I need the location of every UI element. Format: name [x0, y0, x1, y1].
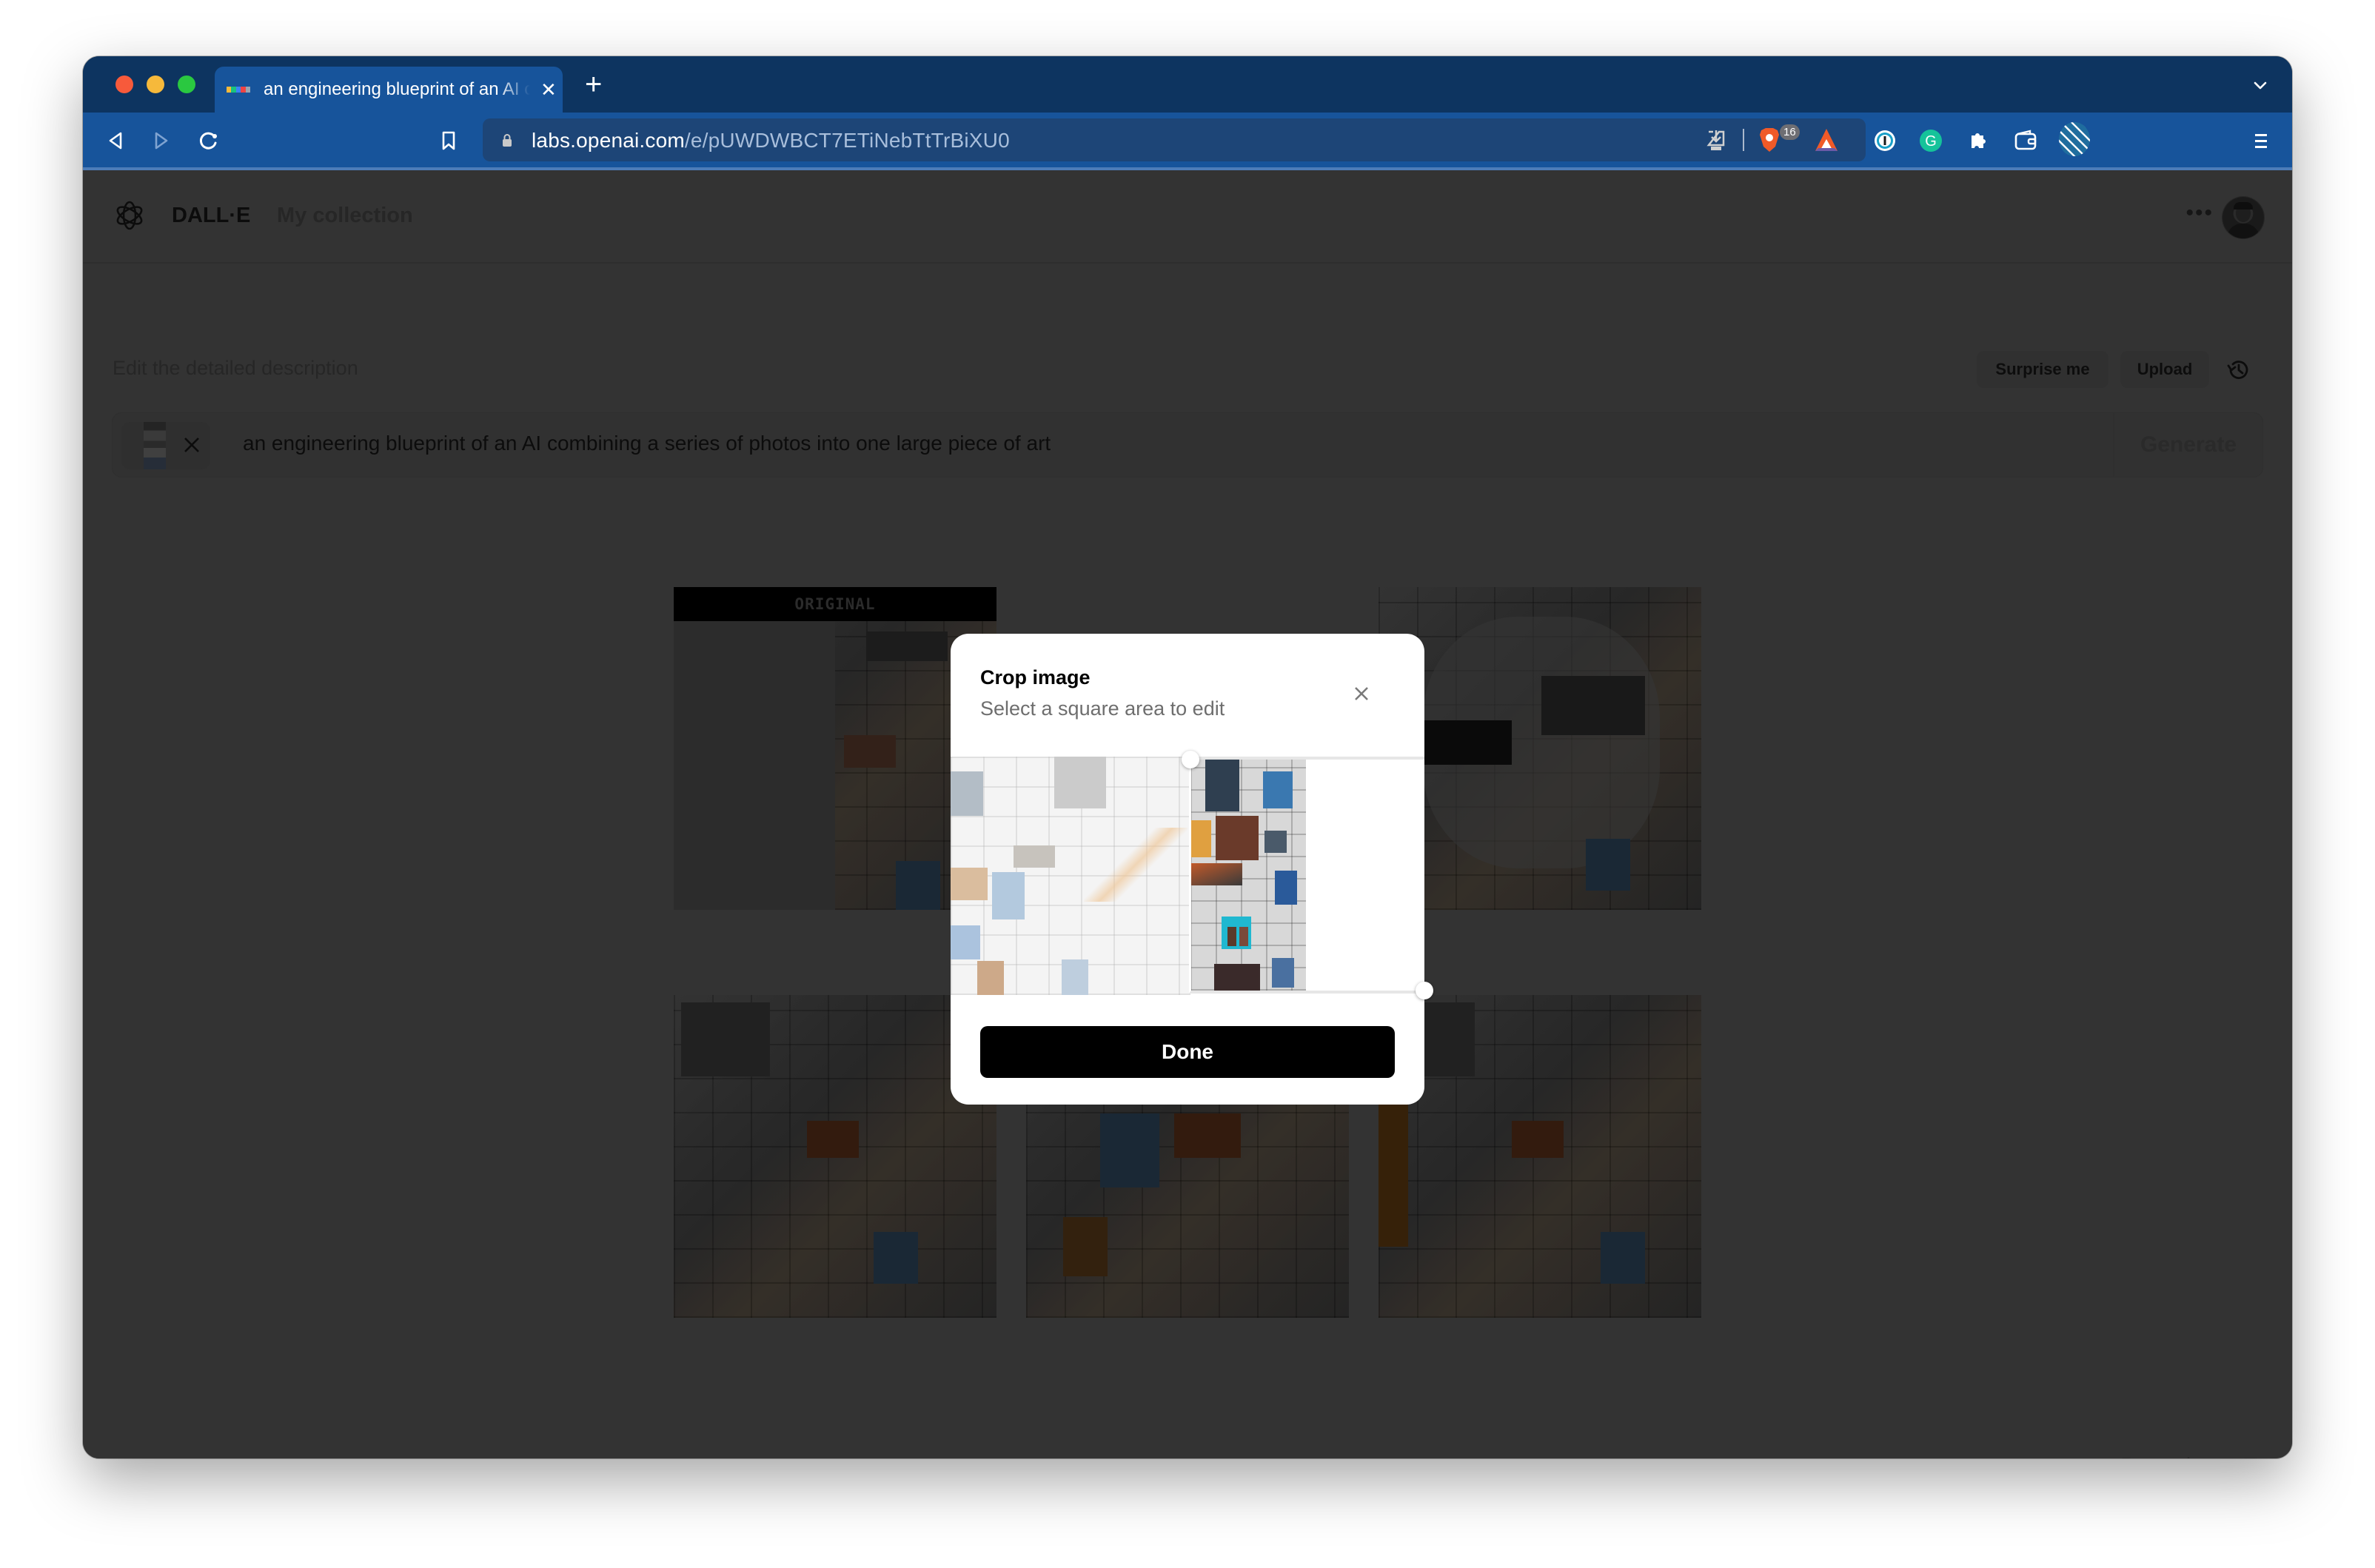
onepassword-icon[interactable]	[1870, 126, 1900, 155]
maximize-window-button[interactable]	[178, 76, 195, 93]
close-icon[interactable]	[1350, 683, 1373, 705]
transparent-area	[674, 621, 835, 910]
address-bar[interactable]: labs.openai.com/e/pUWDWBCT7ETiNebTtTrBiX…	[483, 118, 1866, 161]
tab-list-icon[interactable]	[2252, 77, 2268, 93]
image-art	[1379, 587, 1701, 910]
original-label-bar: ORIGINAL	[674, 587, 996, 621]
bookmark-icon[interactable]	[434, 126, 463, 155]
surprise-me-button[interactable]: Surprise me	[1977, 351, 2108, 388]
avatar[interactable]	[2222, 197, 2264, 238]
browser-window: an engineering blueprint of an AI combin…	[83, 56, 2292, 1458]
minimize-window-button[interactable]	[147, 76, 164, 93]
address-bar-actions: 16	[1704, 118, 1866, 161]
variation-tile[interactable]	[1379, 995, 1701, 1318]
remove-image-icon[interactable]	[179, 432, 204, 458]
favicon-icon	[227, 87, 251, 93]
browser-toolbar: labs.openai.com/e/pUWDWBCT7ETiNebTtTrBiX…	[83, 113, 2292, 170]
url-path: /e/pUWDWBCT7ETiNebTtTrBiXU0	[684, 129, 1010, 152]
back-icon[interactable]	[101, 126, 130, 155]
nav-my-collection[interactable]: My collection	[277, 204, 413, 228]
crop-handle-top-left[interactable]	[1182, 751, 1199, 768]
crop-image-dialog: Crop image Select a square area to edit	[951, 634, 1433, 1105]
profile-icon[interactable]	[2057, 121, 2092, 157]
lock-icon	[503, 134, 512, 147]
dialog-subtitle: Select a square area to edit	[980, 697, 1225, 720]
forward-icon[interactable]	[147, 126, 176, 155]
download-icon[interactable]	[1704, 127, 1728, 153]
brave-rewards-icon[interactable]	[1814, 127, 1839, 153]
menu-icon[interactable]	[2246, 126, 2276, 155]
flag-icon	[2242, 1457, 2260, 1459]
wallet-icon[interactable]	[2011, 126, 2040, 155]
grammarly-icon[interactable]: G	[1916, 126, 1946, 155]
done-button[interactable]: Done	[980, 1026, 1395, 1078]
dialog-title: Crop image	[980, 666, 1091, 688]
prompt-bar: an engineering blueprint of an AI combin…	[113, 413, 2262, 477]
shields-count-badge: 16	[1780, 124, 1800, 140]
brave-shields-icon[interactable]: 16	[1759, 124, 1800, 153]
dalle-app: DALL·E My collection ••• Edit the detail…	[83, 170, 2292, 1458]
history-icon[interactable]	[2225, 357, 2252, 383]
more-options-icon[interactable]: •••	[2185, 202, 2214, 224]
image-thumbnail	[144, 422, 166, 469]
crop-dim-overlay	[951, 757, 1190, 995]
openai-logo-icon[interactable]	[113, 198, 147, 232]
browser-tab-active[interactable]: an engineering blueprint of an AI combin…	[215, 67, 563, 113]
crop-canvas[interactable]	[951, 751, 1433, 999]
original-label: ORIGINAL	[794, 595, 876, 613]
app-header: DALL·E My collection •••	[83, 170, 2292, 264]
report-issue-link[interactable]: Report issue	[2120, 1454, 2260, 1458]
upload-button[interactable]: Upload	[2120, 351, 2209, 388]
brand-name[interactable]: DALL·E	[172, 204, 250, 228]
description-label: Edit the detailed description	[113, 357, 358, 379]
report-issue-label: Report issue	[2120, 1454, 2233, 1458]
variation-tile[interactable]	[674, 995, 996, 1318]
image-chip	[121, 422, 210, 469]
variation-tile[interactable]	[1379, 587, 1701, 910]
tab-bar: an engineering blueprint of an AI combin…	[83, 56, 2292, 113]
url-host: labs.openai.com	[532, 129, 685, 152]
reload-icon[interactable]	[194, 126, 224, 155]
image-art	[674, 995, 996, 1318]
url-text[interactable]: labs.openai.com/e/pUWDWBCT7ETiNebTtTrBiX…	[532, 129, 1010, 153]
divider	[1743, 129, 1744, 151]
original-image-tile[interactable]: ORIGINAL	[674, 587, 996, 910]
crop-handle-bottom-right[interactable]	[1416, 982, 1433, 999]
image-art	[1379, 995, 1701, 1318]
new-tab-button[interactable]: +	[585, 70, 602, 99]
generate-button[interactable]: Generate	[2113, 413, 2262, 477]
svg-text:G: G	[1925, 133, 1937, 150]
tab-title: an engineering blueprint of an AI combin…	[264, 79, 530, 99]
prompt-input[interactable]: an engineering blueprint of an AI combin…	[243, 432, 1051, 455]
close-window-button[interactable]	[115, 76, 133, 93]
extensions-icon[interactable]	[1963, 126, 1993, 155]
crop-selection-frame	[1189, 757, 1424, 994]
tab-close-icon[interactable]: ✕	[540, 80, 557, 99]
